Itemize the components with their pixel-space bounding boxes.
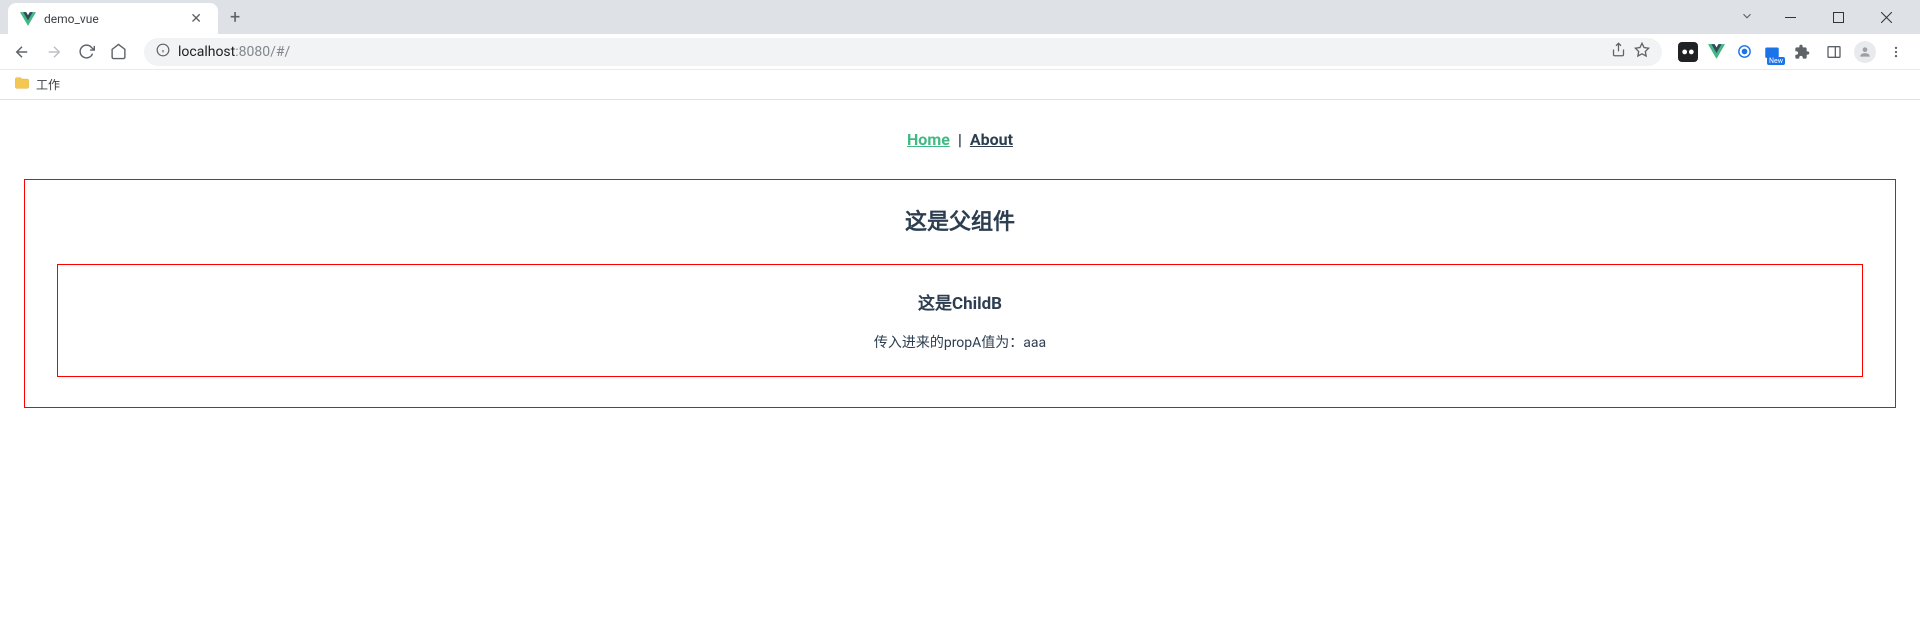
vue-favicon-icon	[20, 11, 36, 27]
address-bar[interactable]: localhost:8080/#/	[144, 38, 1662, 66]
extension-icons: ●●	[1674, 40, 1912, 64]
close-tab-icon[interactable]: ✕	[186, 11, 206, 27]
child-prop-text: 传入进来的propA值为：aaa	[78, 332, 1842, 352]
url-text: localhost:8080/#/	[178, 44, 290, 60]
chevron-down-icon[interactable]	[1740, 8, 1754, 27]
profile-avatar-icon[interactable]	[1854, 41, 1876, 63]
new-tab-button[interactable]: +	[218, 7, 252, 28]
chrome-menu-icon[interactable]	[1884, 40, 1908, 64]
back-button[interactable]	[8, 38, 36, 66]
maximize-button[interactable]	[1816, 2, 1860, 32]
tab-bar: demo_vue ✕ +	[0, 0, 1920, 34]
tab-title: demo_vue	[44, 12, 178, 26]
forward-button[interactable]	[40, 38, 68, 66]
about-link[interactable]: About	[970, 130, 1013, 149]
extension-icon-1[interactable]: ●●	[1678, 42, 1698, 62]
page-content: Home | About 这是父组件 这是ChildB 传入进来的propA值为…	[0, 100, 1920, 448]
home-button[interactable]	[104, 38, 132, 66]
extension-icon-3[interactable]	[1734, 42, 1754, 62]
parent-component-box: 这是父组件 这是ChildB 传入进来的propA值为：aaa	[24, 179, 1896, 408]
nav-links: Home | About	[24, 130, 1896, 149]
share-icon[interactable]	[1611, 42, 1626, 61]
vue-devtools-icon[interactable]	[1706, 42, 1726, 62]
nav-separator: |	[958, 130, 962, 149]
bookmark-star-icon[interactable]	[1634, 42, 1650, 62]
browser-chrome: demo_vue ✕ +	[0, 0, 1920, 100]
bookmarks-bar: 工作	[0, 70, 1920, 100]
reload-button[interactable]	[72, 38, 100, 66]
toolbar: localhost:8080/#/ ●●	[0, 34, 1920, 70]
minimize-button[interactable]	[1768, 2, 1812, 32]
window-controls	[1740, 2, 1912, 32]
parent-title: 这是父组件	[57, 204, 1863, 236]
side-panel-icon[interactable]	[1822, 40, 1846, 64]
close-window-button[interactable]	[1864, 2, 1908, 32]
child-title: 这是ChildB	[78, 289, 1842, 314]
bookmark-folder[interactable]: 工作	[36, 76, 60, 93]
folder-icon	[14, 75, 30, 95]
site-info-icon[interactable]	[156, 43, 170, 61]
browser-tab[interactable]: demo_vue ✕	[8, 3, 218, 35]
extension-icon-4[interactable]	[1762, 42, 1782, 62]
extensions-puzzle-icon[interactable]	[1790, 40, 1814, 64]
child-component-box: 这是ChildB 传入进来的propA值为：aaa	[57, 264, 1863, 377]
home-link[interactable]: Home	[907, 130, 950, 149]
